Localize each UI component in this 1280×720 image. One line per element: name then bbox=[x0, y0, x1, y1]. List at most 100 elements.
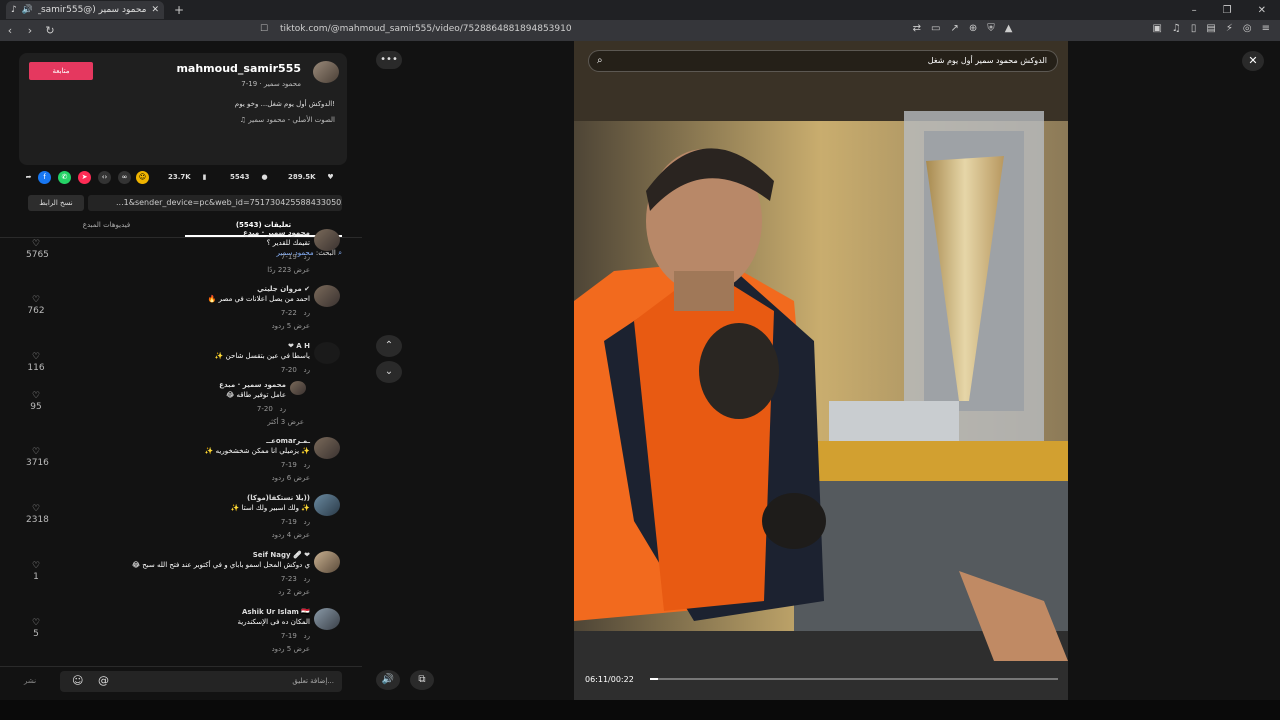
forward-icon[interactable]: › bbox=[20, 24, 40, 37]
audio-icon[interactable]: 🔊 bbox=[22, 5, 33, 15]
embed-icon[interactable]: ‹› bbox=[98, 171, 111, 184]
share-link-field[interactable]: ...1&sender_device=pc&web_id=75173042558… bbox=[88, 195, 342, 211]
reply-button[interactable]: رد bbox=[304, 253, 311, 261]
reload-icon[interactable]: ↻ bbox=[40, 24, 60, 37]
emoji-icon[interactable]: ☺ bbox=[72, 674, 83, 687]
reply-button[interactable]: رد bbox=[304, 309, 311, 317]
sound-link[interactable]: ♫ الصوت الأصلي - محمود سمير bbox=[240, 116, 335, 124]
view-replies-button[interactable]: عرض 5 ردود bbox=[272, 645, 310, 653]
comment-avatar[interactable] bbox=[314, 342, 340, 364]
gift-icon[interactable]: ☺ bbox=[136, 171, 149, 184]
heart-outline-icon[interactable]: ♡ bbox=[32, 618, 40, 628]
video-progress-bar[interactable] bbox=[650, 678, 1058, 680]
view-replies-button[interactable]: عرض 6 ردود bbox=[272, 474, 310, 482]
pip-icon[interactable]: ▣ bbox=[1152, 23, 1161, 34]
author-username[interactable]: mahmoud_samir555 bbox=[176, 62, 301, 75]
triangle-icon[interactable]: ▲ bbox=[1005, 23, 1013, 34]
translate-icon[interactable]: ⇄ bbox=[913, 23, 921, 34]
window-close-button[interactable]: ✕ bbox=[1258, 5, 1266, 16]
share-arrow-icon[interactable]: ➦ bbox=[22, 171, 35, 184]
comment-like[interactable]: ♡ 1 bbox=[26, 561, 46, 582]
reply-button[interactable]: رد bbox=[304, 632, 311, 640]
view-more-button[interactable]: عرض 3 أكثر bbox=[267, 418, 304, 426]
view-replies-button[interactable]: عرض 2 رد bbox=[278, 588, 310, 596]
comment-author[interactable]: عــomarـمـر bbox=[266, 437, 310, 445]
new-tab-button[interactable]: + bbox=[174, 3, 184, 17]
comment-avatar[interactable] bbox=[314, 551, 340, 573]
bookmark-save-icon[interactable]: ▮ bbox=[198, 171, 211, 184]
reply-button[interactable]: رد bbox=[304, 575, 311, 583]
comment-author[interactable]: Ashik Ur Islam 🇪🇬 bbox=[242, 608, 310, 616]
reply-button[interactable]: رد bbox=[304, 461, 311, 469]
volume-icon[interactable]: 🔊 bbox=[376, 670, 400, 690]
comment-avatar[interactable] bbox=[314, 437, 340, 459]
more-options-icon[interactable]: ••• bbox=[376, 51, 402, 69]
screen-icon[interactable]: ▭ bbox=[931, 23, 940, 34]
comment-like[interactable]: ♡ 5765 bbox=[26, 239, 49, 260]
whatsapp-icon[interactable]: ✆ bbox=[58, 171, 71, 184]
comment-avatar[interactable] bbox=[314, 285, 340, 307]
view-replies-button[interactable]: عرض 5 ردود bbox=[272, 322, 310, 330]
url-field[interactable]: tiktok.com/@mahmoud_samir555/video/75288… bbox=[280, 24, 572, 34]
comment-author[interactable]: Seif Nagy 🩹 ❤ bbox=[253, 551, 310, 559]
next-video-chevron-down-icon[interactable]: ⌄ bbox=[376, 361, 402, 383]
reply-button[interactable]: رد bbox=[304, 518, 311, 526]
comment-avatar[interactable] bbox=[314, 608, 340, 630]
heart-outline-icon[interactable]: ♡ bbox=[32, 391, 40, 401]
send-icon[interactable]: ➤ bbox=[78, 171, 91, 184]
reply-button[interactable]: رد bbox=[304, 366, 311, 374]
wallet-icon[interactable]: ▤ bbox=[1206, 23, 1215, 34]
link-icon[interactable]: ∞ bbox=[118, 171, 131, 184]
browser-tab[interactable]: ♪ 🔊 محمود سمير (@mahmoud_samir555 ✕ bbox=[6, 1, 164, 19]
comment-like[interactable]: ♡ 116 bbox=[26, 352, 46, 373]
comment-author[interactable]: محمود سمير · مبدع bbox=[219, 381, 286, 389]
close-icon[interactable]: ✕ bbox=[1242, 51, 1264, 71]
minimize-button[interactable]: – bbox=[1192, 5, 1197, 16]
comment-avatar[interactable] bbox=[314, 494, 340, 516]
reply-button[interactable]: رد bbox=[280, 405, 287, 413]
facebook-icon[interactable]: f bbox=[38, 171, 51, 184]
copy-link-button[interactable]: نسخ الرابط bbox=[28, 195, 84, 211]
author-avatar[interactable] bbox=[313, 61, 339, 83]
comment-like[interactable]: ♡ 5 bbox=[26, 618, 46, 639]
video-search-bar[interactable]: ⌕ الدوكش محمود سمير أول يوم شغل bbox=[588, 50, 1058, 72]
back-icon[interactable]: ‹ bbox=[0, 24, 20, 37]
picture-in-picture-icon[interactable]: ⧉ bbox=[410, 670, 434, 690]
comment-author[interactable]: (موكا)يلا نستكفا)) bbox=[247, 494, 310, 502]
heart-outline-icon[interactable]: ♡ bbox=[32, 447, 40, 457]
share-icon[interactable]: ↗ bbox=[950, 23, 958, 34]
mention-icon[interactable]: @ bbox=[98, 674, 109, 687]
follow-button[interactable]: متابعة bbox=[29, 62, 93, 80]
comment-like[interactable]: ♡ 3716 bbox=[26, 447, 49, 468]
extension-icon[interactable]: ◎ bbox=[1243, 23, 1252, 34]
maximize-button[interactable]: ❐ bbox=[1223, 5, 1232, 16]
comment-avatar[interactable] bbox=[290, 381, 306, 395]
previous-video-chevron-up-icon[interactable]: ⌃ bbox=[376, 335, 402, 357]
heart-outline-icon[interactable]: ♡ bbox=[32, 295, 40, 305]
post-button[interactable]: نشر bbox=[24, 677, 36, 685]
zoom-icon[interactable]: ⊕ bbox=[969, 23, 977, 34]
view-replies-button[interactable]: عرض 4 ردود bbox=[272, 531, 310, 539]
close-tab-icon[interactable]: ✕ bbox=[151, 5, 159, 15]
comment-author[interactable]: ❤ A H bbox=[288, 342, 310, 350]
bookmark-icon[interactable]: ☐ bbox=[260, 24, 268, 34]
shield-icon[interactable]: ⛨ bbox=[987, 23, 995, 34]
heart-outline-icon[interactable]: ♡ bbox=[32, 504, 40, 514]
video-player[interactable]: ⌕ الدوكش محمود سمير أول يوم شغل 06:11/00… bbox=[574, 41, 1068, 700]
heart-outline-icon[interactable]: ♡ bbox=[32, 352, 40, 362]
comment-like[interactable]: ♡ 762 bbox=[26, 295, 46, 316]
media-icon[interactable]: ♫ bbox=[1172, 23, 1181, 34]
comment-like[interactable]: ♡ 2318 bbox=[26, 504, 49, 525]
comment-author[interactable]: محمود سمير · مبدع bbox=[243, 229, 310, 237]
heart-outline-icon[interactable]: ♡ bbox=[32, 239, 40, 249]
comment-like[interactable]: ♡ 95 bbox=[26, 391, 46, 412]
comment-avatar[interactable] bbox=[314, 229, 340, 251]
view-replies-button[interactable]: عرض 223 ردًا bbox=[267, 266, 310, 274]
vpn-icon[interactable]: ⚡ bbox=[1226, 23, 1233, 34]
heart-icon[interactable]: ♥ bbox=[324, 171, 337, 184]
comment-author[interactable]: مروان جليتي ✔ bbox=[257, 285, 310, 293]
menu-icon[interactable]: ≡ bbox=[1262, 23, 1270, 34]
sidebar-icon[interactable]: ▯ bbox=[1191, 23, 1197, 34]
heart-outline-icon[interactable]: ♡ bbox=[32, 561, 40, 571]
comment-icon[interactable]: ● bbox=[258, 171, 271, 184]
